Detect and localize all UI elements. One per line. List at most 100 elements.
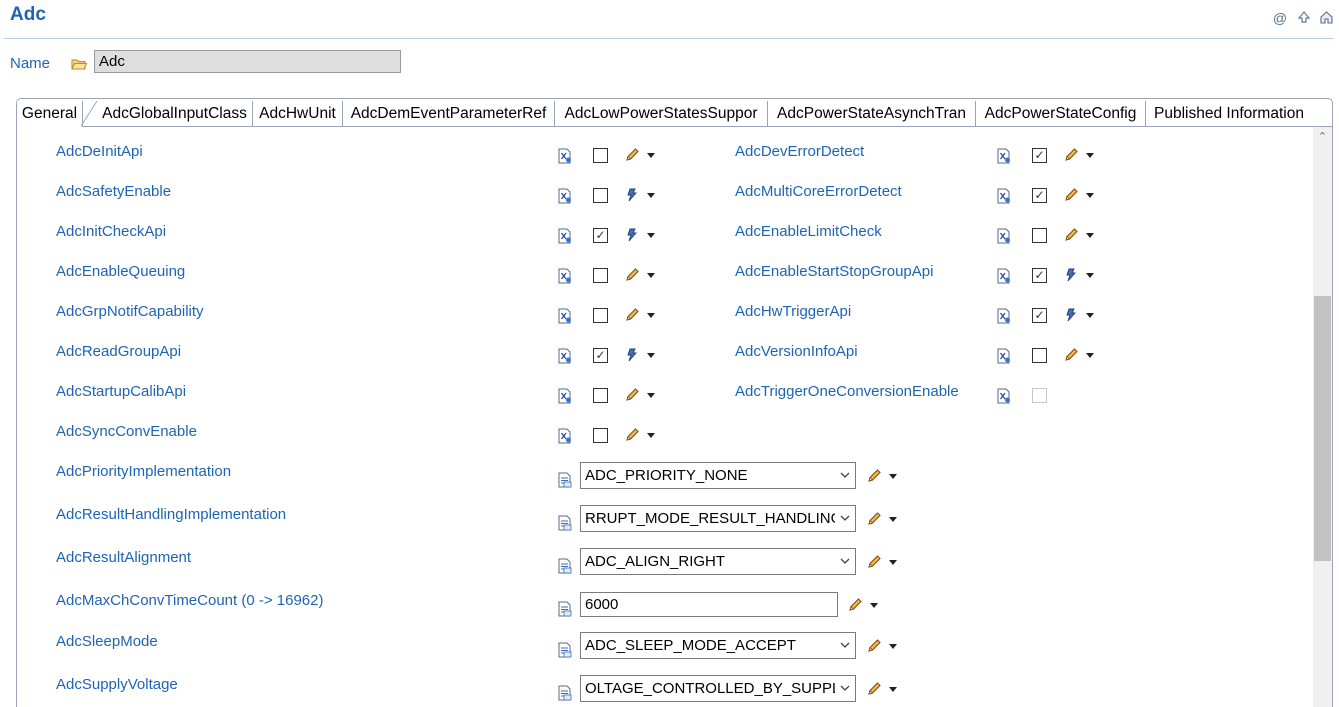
chevron-down-icon[interactable] <box>839 466 851 487</box>
adcsleepmode-select[interactable]: ADC_SLEEP_MODE_ACCEPT <box>580 632 856 659</box>
pencil-icon[interactable] <box>847 597 863 613</box>
dropdown-caret-icon[interactable] <box>889 644 897 649</box>
up-arrow-icon[interactable] <box>1296 10 1312 26</box>
adcenablestartstopgroupapi-checkbox[interactable]: ✓ <box>1032 268 1047 283</box>
dropdown-caret-icon[interactable] <box>1086 313 1094 318</box>
parameter-doc-icon[interactable] <box>558 348 572 364</box>
pencil-icon[interactable] <box>866 638 882 654</box>
dropdown-caret-icon[interactable] <box>1086 193 1094 198</box>
dropdown-caret-icon[interactable] <box>647 393 655 398</box>
home-icon[interactable] <box>1318 10 1334 26</box>
adcpriorityimplementation-select[interactable]: ADC_PRIORITY_NONE <box>580 462 856 489</box>
at-icon[interactable]: @ <box>1272 10 1288 26</box>
parameter-doc-icon[interactable] <box>558 472 572 488</box>
pencil-icon[interactable] <box>866 468 882 484</box>
adcdeverrordetect-checkbox[interactable]: ✓ <box>1032 148 1047 163</box>
dropdown-caret-icon[interactable] <box>1086 353 1094 358</box>
dropdown-caret-icon[interactable] <box>647 273 655 278</box>
dropdown-caret-icon[interactable] <box>647 153 655 158</box>
tab-adc-dem-event-parameter-ref[interactable]: AdcDemEventParameterRef <box>343 101 555 126</box>
dropdown-caret-icon[interactable] <box>1086 233 1094 238</box>
parameter-doc-icon[interactable] <box>997 268 1011 284</box>
parameter-doc-icon[interactable] <box>558 558 572 574</box>
chevron-down-icon[interactable] <box>839 509 851 530</box>
tab-adc-power-state-asynch-tran[interactable]: AdcPowerStateAsynchTran <box>768 101 976 126</box>
adcgrpnotifcapability-checkbox[interactable] <box>593 308 608 323</box>
parameter-doc-icon[interactable] <box>997 388 1011 404</box>
parameter-doc-icon[interactable] <box>997 348 1011 364</box>
adcsafetyenable-checkbox[interactable] <box>593 188 608 203</box>
adcstartupcalibapi-checkbox[interactable] <box>593 388 608 403</box>
pencil-icon[interactable] <box>866 554 882 570</box>
adcsyncconvenable-checkbox[interactable] <box>593 428 608 443</box>
dropdown-caret-icon[interactable] <box>647 193 655 198</box>
adcversioninfoapi-checkbox[interactable] <box>1032 348 1047 363</box>
pencil-icon[interactable] <box>866 511 882 527</box>
scroll-up-arrow[interactable]: ⌃ <box>1313 129 1332 145</box>
adcdeinitapi-checkbox[interactable] <box>593 148 608 163</box>
pencil-icon[interactable] <box>1063 347 1079 363</box>
pencil-icon[interactable] <box>624 307 640 323</box>
chevron-down-icon[interactable] <box>839 552 851 573</box>
calculated-value-icon[interactable] <box>624 187 640 203</box>
dropdown-caret-icon[interactable] <box>870 603 878 608</box>
pencil-icon[interactable] <box>1063 227 1079 243</box>
parameter-doc-icon[interactable] <box>997 228 1011 244</box>
adcresulthandlingimplementation-select[interactable]: RRUPT_MODE_RESULT_HANDLING <box>580 505 856 532</box>
dropdown-caret-icon[interactable] <box>889 517 897 522</box>
adcinitcheckapi-checkbox[interactable]: ✓ <box>593 228 608 243</box>
calculated-value-icon[interactable] <box>1063 307 1079 323</box>
dropdown-caret-icon[interactable] <box>889 560 897 565</box>
pencil-icon[interactable] <box>624 267 640 283</box>
adcsupplyvoltage-select[interactable]: OLTAGE_CONTROLLED_BY_SUPPLY <box>580 675 856 702</box>
name-input[interactable]: Adc <box>94 50 401 73</box>
dropdown-caret-icon[interactable] <box>647 233 655 238</box>
parameter-doc-icon[interactable] <box>558 428 572 444</box>
calculated-value-icon[interactable] <box>624 347 640 363</box>
parameter-doc-icon[interactable] <box>558 148 572 164</box>
parameter-doc-icon[interactable] <box>558 515 572 531</box>
scrollbar-thumb[interactable] <box>1314 296 1331 561</box>
pencil-icon[interactable] <box>624 147 640 163</box>
dropdown-caret-icon[interactable] <box>647 353 655 358</box>
adchwtriggerapi-checkbox[interactable]: ✓ <box>1032 308 1047 323</box>
dropdown-caret-icon[interactable] <box>1086 273 1094 278</box>
calculated-value-icon[interactable] <box>1063 267 1079 283</box>
calculated-value-icon[interactable] <box>624 227 640 243</box>
parameter-doc-icon[interactable] <box>997 188 1011 204</box>
parameter-doc-icon[interactable] <box>997 308 1011 324</box>
pencil-icon[interactable] <box>624 427 640 443</box>
pencil-icon[interactable] <box>1063 187 1079 203</box>
parameter-doc-icon[interactable] <box>558 188 572 204</box>
adcmaxchconvtimecount-0-16962-input[interactable]: 6000 <box>580 592 838 617</box>
pencil-icon[interactable] <box>624 387 640 403</box>
pencil-icon[interactable] <box>1063 147 1079 163</box>
parameter-doc-icon[interactable] <box>558 308 572 324</box>
adcenablelimitcheck-checkbox[interactable] <box>1032 228 1047 243</box>
parameter-doc-icon[interactable] <box>558 268 572 284</box>
adcreadgroupapi-checkbox[interactable]: ✓ <box>593 348 608 363</box>
dropdown-caret-icon[interactable] <box>889 687 897 692</box>
tab-published-information[interactable]: Published Information <box>1146 101 1312 126</box>
dropdown-caret-icon[interactable] <box>889 474 897 479</box>
parameter-doc-icon[interactable] <box>558 685 572 701</box>
pencil-icon[interactable] <box>866 681 882 697</box>
parameter-doc-icon[interactable] <box>558 228 572 244</box>
tab-adc-power-state-config[interactable]: AdcPowerStateConfig <box>976 101 1146 126</box>
parameter-doc-icon[interactable] <box>558 642 572 658</box>
chevron-down-icon[interactable] <box>839 679 851 700</box>
adcresultalignment-select[interactable]: ADC_ALIGN_RIGHT <box>580 548 856 575</box>
dropdown-caret-icon[interactable] <box>1086 153 1094 158</box>
dropdown-caret-icon[interactable] <box>647 433 655 438</box>
parameter-doc-icon[interactable] <box>997 148 1011 164</box>
tab-adc-hw-unit[interactable]: AdcHwUnit <box>253 101 343 126</box>
adcmulticoreerrordetect-checkbox[interactable]: ✓ <box>1032 188 1047 203</box>
tab-adc-global-input-class[interactable]: AdcGlobalInputClass <box>97 101 253 126</box>
tab-general[interactable]: General <box>17 101 83 126</box>
parameter-doc-icon[interactable] <box>558 388 572 404</box>
parameter-doc-icon[interactable] <box>558 601 572 617</box>
dropdown-caret-icon[interactable] <box>647 313 655 318</box>
chevron-down-icon[interactable] <box>839 636 851 657</box>
tab-adc-low-power-states-suppor[interactable]: AdcLowPowerStatesSuppor <box>555 101 768 126</box>
adcenablequeuing-checkbox[interactable] <box>593 268 608 283</box>
